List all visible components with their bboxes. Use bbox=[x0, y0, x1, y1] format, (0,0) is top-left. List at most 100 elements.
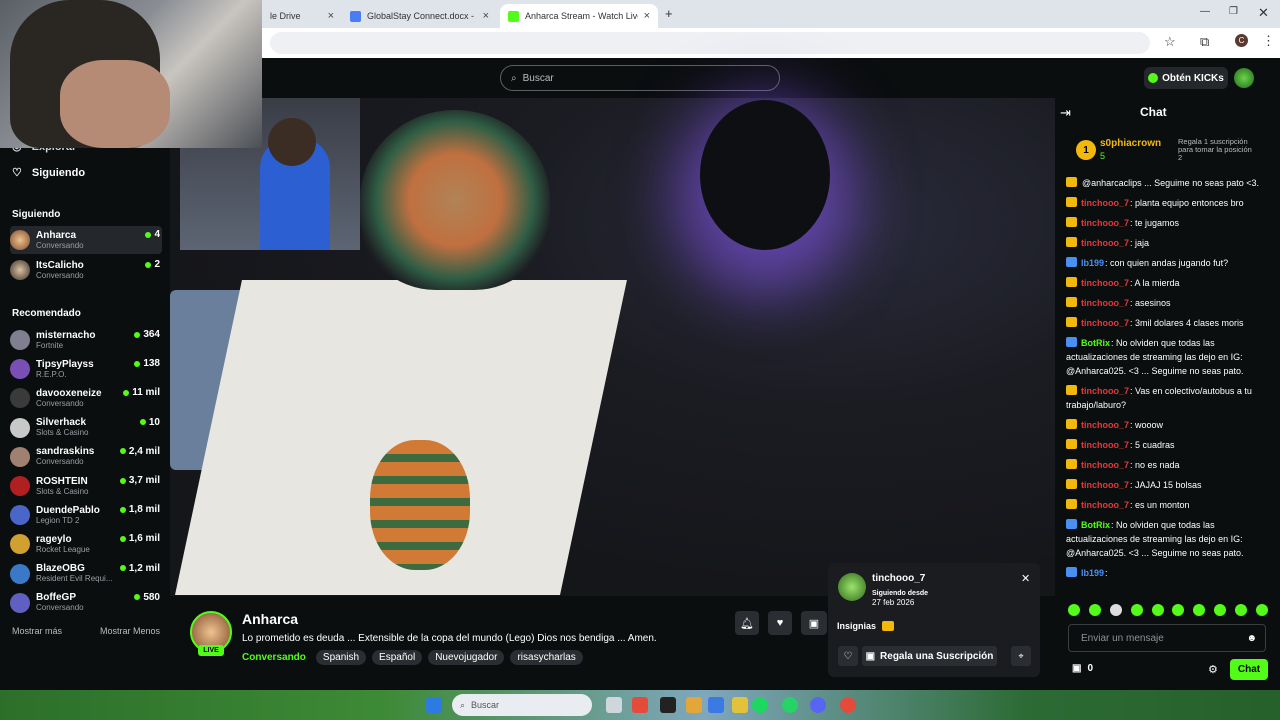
send-chat-button[interactable]: Chat bbox=[1230, 659, 1268, 680]
stream-category[interactable]: Conversando bbox=[242, 652, 306, 663]
chat-username[interactable]: tinchooo_7 bbox=[1081, 218, 1129, 228]
sidebar-channel-tipsyplayss[interactable]: TipsyPlayss R.E.P.O. 138 bbox=[10, 355, 162, 383]
chat-username[interactable]: tinchooo_7 bbox=[1081, 480, 1129, 490]
follow-button[interactable]: ♥ bbox=[768, 611, 792, 635]
explorer-icon[interactable] bbox=[686, 697, 702, 713]
get-kicks-button[interactable]: Obtén KICKs bbox=[1144, 67, 1228, 89]
sidebar-channel-duendepablo[interactable]: DuendePablo Legion TD 2 1,8 mil bbox=[10, 501, 162, 529]
emote-icon[interactable] bbox=[1255, 604, 1268, 616]
top-gifter-name[interactable]: s0phiacrown bbox=[1100, 138, 1161, 149]
tag[interactable]: Español bbox=[372, 650, 423, 665]
chrome-icon[interactable] bbox=[840, 697, 856, 713]
chat-username[interactable]: BotRix bbox=[1081, 338, 1110, 348]
maximize-icon[interactable]: ❐ bbox=[1229, 6, 1238, 17]
sidebar-channel-anharca[interactable]: Anharca Conversando 4 bbox=[10, 226, 162, 254]
task-view-icon[interactable] bbox=[606, 697, 622, 713]
taskbar-search[interactable]: ⌕ Buscar bbox=[452, 694, 592, 716]
sidebar-channel-misternacho[interactable]: misternacho Fortnite 364 bbox=[10, 326, 162, 354]
emote-icon[interactable] bbox=[1214, 604, 1227, 616]
chat-username[interactable]: tinchooo_7 bbox=[1081, 318, 1129, 328]
sidebar-channel-boffegp[interactable]: BoffeGP Conversando 580 bbox=[10, 589, 162, 617]
emote-icon[interactable] bbox=[1151, 604, 1164, 616]
sidebar-channel-itscalicho[interactable]: ItsCalicho Conversando 2 bbox=[10, 256, 162, 284]
extensions-icon[interactable]: ⧉ bbox=[1200, 34, 1209, 50]
emote-icon[interactable] bbox=[1130, 604, 1143, 616]
star-icon[interactable]: ☆ bbox=[1164, 34, 1176, 50]
chat-username[interactable]: tinchooo_7 bbox=[1081, 460, 1129, 470]
browser-tab-drive[interactable]: le Drive × bbox=[262, 4, 342, 28]
steam-icon[interactable] bbox=[660, 697, 676, 713]
user-avatar[interactable] bbox=[1234, 68, 1254, 88]
streamer-name[interactable]: Anharca bbox=[242, 611, 298, 627]
chrome-icon[interactable] bbox=[632, 697, 648, 713]
chat-username[interactable]: tinchooo_7 bbox=[1081, 440, 1129, 450]
kebab-menu-icon[interactable]: ⋮ bbox=[1262, 33, 1275, 49]
emote-icon[interactable] bbox=[1172, 604, 1185, 616]
user-follow-button[interactable]: ♡ bbox=[838, 646, 858, 666]
sidebar-channel-sandraskins[interactable]: sandraskins Conversando 2,4 mil bbox=[10, 443, 162, 471]
notification-bell-button[interactable]: 🔔︎ bbox=[735, 611, 759, 635]
user-card-name[interactable]: tinchooo_7 bbox=[872, 573, 925, 584]
chat-username[interactable]: tinchooo_7 bbox=[1081, 500, 1129, 510]
emoji-icon[interactable]: ☻ bbox=[1246, 633, 1257, 644]
avatar bbox=[10, 446, 30, 467]
new-tab-icon[interactable]: + bbox=[665, 6, 673, 21]
chat-username[interactable]: tinchooo_7 bbox=[1081, 238, 1129, 248]
chat-username[interactable]: tinchooo_7 bbox=[1081, 386, 1129, 396]
chat-username[interactable]: tinchooo_7 bbox=[1081, 198, 1129, 208]
sidebar-channel-blazeobg[interactable]: BlazeOBG Resident Evil Requi... 1,2 mil bbox=[10, 560, 162, 588]
close-icon[interactable]: × bbox=[644, 10, 650, 22]
collapse-chat-icon[interactable]: ⇥ bbox=[1060, 105, 1071, 121]
user-card-more-button[interactable]: ⌖ bbox=[1011, 646, 1031, 666]
avatar bbox=[10, 592, 30, 613]
nav-following[interactable]: ♡ Siguiendo bbox=[12, 166, 85, 180]
close-icon[interactable]: ✕ bbox=[1021, 572, 1030, 585]
tab-label: le Drive bbox=[270, 11, 301, 21]
minimize-icon[interactable]: — bbox=[1200, 6, 1210, 17]
channel-points[interactable]: ▣ 0 bbox=[1072, 663, 1093, 674]
chat-message-input[interactable]: Enviar un mensaje ☻ bbox=[1068, 624, 1266, 652]
emote-icon[interactable] bbox=[1235, 604, 1247, 616]
browser-tab-doc[interactable]: GlobalStay Connect.docx - Doc × bbox=[342, 4, 497, 28]
gift-button[interactable]: ▣ bbox=[801, 611, 827, 635]
tag[interactable]: Spanish bbox=[315, 650, 367, 665]
close-icon[interactable]: × bbox=[483, 10, 489, 22]
tag[interactable]: risasycharlas bbox=[510, 650, 583, 665]
browser-tab-kick[interactable]: Anharca Stream - Watch Live o × bbox=[500, 4, 658, 28]
chat-username[interactable]: tinchooo_7 bbox=[1081, 278, 1129, 288]
discord-icon[interactable] bbox=[810, 697, 826, 713]
gift-leaderboard-text[interactable]: Regala 1 suscripción para tomar la posic… bbox=[1178, 138, 1258, 162]
spotify-icon[interactable] bbox=[752, 697, 768, 713]
emote-icon[interactable] bbox=[1068, 604, 1080, 616]
profile-icon[interactable]: C bbox=[1235, 34, 1248, 47]
sidebar-channel-davooxeneize[interactable]: davooxeneize Conversando 11 mil bbox=[10, 384, 162, 412]
whatsapp-icon[interactable] bbox=[782, 697, 798, 713]
gift-subscription-button[interactable]: ▣ Regala una Suscripción bbox=[862, 646, 997, 666]
chat-username[interactable]: BotRix bbox=[1081, 520, 1110, 530]
window-close-icon[interactable]: ✕ bbox=[1258, 5, 1269, 21]
app-icon[interactable] bbox=[708, 697, 724, 713]
show-less-button[interactable]: Mostrar Menos bbox=[100, 626, 160, 636]
sidebar-channel-silverhack[interactable]: Silverhack Slots & Casino 10 bbox=[10, 414, 162, 442]
start-menu-icon[interactable] bbox=[426, 697, 442, 713]
chat-badge-icon bbox=[1066, 499, 1077, 509]
gear-icon[interactable]: ⚙ bbox=[1208, 663, 1218, 676]
search-input[interactable]: ⌕ Buscar bbox=[500, 65, 780, 91]
channel-name: Anharca bbox=[36, 229, 77, 241]
chat-username[interactable]: tinchooo_7 bbox=[1081, 298, 1129, 308]
emote-icon[interactable] bbox=[1088, 604, 1101, 616]
sidebar-channel-roshtein[interactable]: ROSHTEIN Slots & Casino 3,7 mil bbox=[10, 472, 162, 500]
show-more-button[interactable]: Mostrar más bbox=[12, 626, 62, 636]
chat-username[interactable]: lb199 bbox=[1081, 568, 1104, 578]
chat-text: : 3mil dolares 4 clases moris bbox=[1130, 318, 1244, 328]
emote-icon[interactable] bbox=[1193, 604, 1206, 616]
close-icon[interactable]: × bbox=[328, 10, 334, 22]
chat-username[interactable]: tinchooo_7 bbox=[1081, 420, 1129, 430]
chat-username[interactable]: lb199 bbox=[1081, 258, 1104, 268]
live-dot bbox=[145, 261, 152, 268]
app-icon[interactable] bbox=[732, 697, 748, 713]
url-field[interactable] bbox=[270, 32, 1150, 54]
sidebar-channel-rageylo[interactable]: rageylo Rocket League 1,6 mil bbox=[10, 530, 162, 558]
tag[interactable]: Nuevojugador bbox=[428, 650, 505, 665]
emote-icon[interactable] bbox=[1109, 604, 1122, 616]
